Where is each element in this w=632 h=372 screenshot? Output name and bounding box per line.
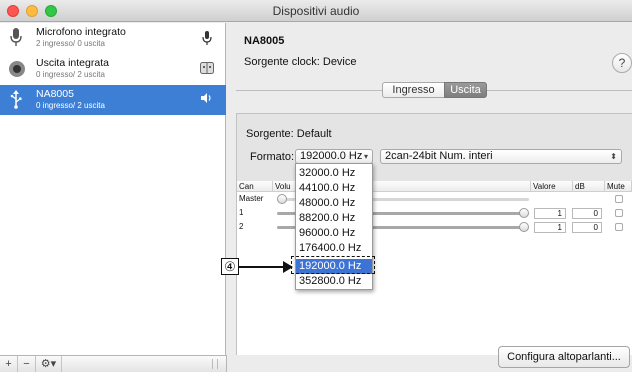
popup-arrow-icon: ▾ bbox=[363, 152, 368, 161]
channel-label: 1 bbox=[239, 208, 244, 217]
clock-source-label: Sorgente clock: Device bbox=[244, 56, 357, 68]
tab-output[interactable]: Uscita bbox=[444, 82, 487, 98]
microphone-icon bbox=[8, 27, 24, 49]
callout-arrow-icon bbox=[283, 261, 293, 273]
channel-1-slider-thumb[interactable] bbox=[519, 208, 529, 218]
device-channels: 0 ingresso/ 2 uscita bbox=[36, 70, 105, 79]
channel-2-mute-checkbox[interactable] bbox=[615, 223, 623, 231]
title-bar: Dispositivi audio bbox=[0, 0, 632, 22]
sidebar-toolbar: + − ⚙▾ bbox=[0, 355, 227, 372]
channel-1-db-field[interactable]: 0 bbox=[572, 208, 602, 219]
remove-device-button[interactable]: − bbox=[18, 356, 36, 372]
device-item-na8005[interactable]: NA8005 0 ingresso/ 2 uscita bbox=[0, 85, 226, 115]
master-slider-thumb[interactable] bbox=[277, 194, 287, 204]
usb-icon bbox=[8, 89, 24, 111]
highlight-frame bbox=[291, 256, 375, 274]
tab-input[interactable]: Ingresso bbox=[382, 82, 445, 98]
window-title: Dispositivi audio bbox=[272, 4, 360, 18]
menu-item-32000[interactable]: 32000.0 Hz bbox=[296, 166, 372, 181]
device-channels: 2 ingresso/ 0 uscita bbox=[36, 39, 105, 48]
format-rate-popup[interactable]: 192000.0 Hz ▾ bbox=[295, 149, 373, 164]
audio-devices-window: Dispositivi audio Microfono integrato 2 … bbox=[0, 0, 632, 372]
menu-item-88200[interactable]: 88200.0 Hz bbox=[296, 211, 372, 226]
source-label: Sorgente: Default bbox=[246, 128, 332, 140]
callout-line bbox=[239, 266, 285, 268]
device-channels: 0 ingresso/ 2 uscita bbox=[36, 101, 105, 110]
mic-badge-icon bbox=[200, 31, 214, 45]
channel-1-value-field[interactable]: 1 bbox=[534, 208, 566, 219]
channel-1-mute-checkbox[interactable] bbox=[615, 209, 623, 217]
channel-label: Master bbox=[239, 194, 264, 203]
column-header-can[interactable]: Can bbox=[237, 181, 273, 192]
device-item-uscita-integrata[interactable]: Uscita integrata 0 ingresso/ 2 uscita bbox=[0, 54, 226, 84]
format-rate-value: 192000.0 Hz bbox=[300, 150, 363, 162]
device-name: Microfono integrato bbox=[36, 26, 126, 38]
format-type-value: 2can-24bit Num. interi bbox=[385, 150, 493, 162]
menu-item-96000[interactable]: 96000.0 Hz bbox=[296, 226, 372, 241]
column-header-mute[interactable]: Mute bbox=[605, 181, 632, 192]
callout-number: ④ bbox=[221, 258, 239, 275]
device-list: Microfono integrato 2 ingresso/ 0 uscita… bbox=[0, 23, 226, 355]
menu-item-44100[interactable]: 44100.0 Hz bbox=[296, 181, 372, 196]
column-header-value[interactable]: Valore bbox=[531, 181, 573, 192]
menu-item-352800[interactable]: 352800.0 Hz bbox=[296, 274, 372, 289]
menu-item-176400[interactable]: 176400.0 Hz bbox=[296, 241, 372, 256]
menu-item-48000[interactable]: 48000.0 Hz bbox=[296, 196, 372, 211]
device-name: NA8005 bbox=[36, 88, 74, 100]
resize-grip[interactable] bbox=[212, 359, 218, 369]
channel-label: 2 bbox=[239, 222, 244, 231]
channel-2-value-field[interactable]: 1 bbox=[534, 222, 566, 233]
gear-menu-button[interactable]: ⚙▾ bbox=[36, 356, 62, 372]
master-mute-checkbox[interactable] bbox=[615, 195, 623, 203]
configure-speakers-button[interactable]: Configura altoparlanti... bbox=[498, 346, 630, 368]
finder-badge-icon bbox=[200, 62, 214, 76]
help-button[interactable]: ? bbox=[612, 53, 632, 73]
channel-2-db-field[interactable]: 0 bbox=[572, 222, 602, 233]
device-name: Uscita integrata bbox=[36, 57, 109, 69]
add-device-button[interactable]: + bbox=[0, 356, 18, 372]
channel-2-slider-thumb[interactable] bbox=[519, 222, 529, 232]
popup-updown-icon: ⬍ bbox=[610, 152, 617, 161]
format-type-popup[interactable]: 2can-24bit Num. interi ⬍ bbox=[380, 149, 622, 164]
device-title: NA8005 bbox=[244, 35, 285, 47]
speaker-icon bbox=[8, 58, 25, 80]
volume-icon bbox=[200, 93, 214, 107]
format-label: Formato: bbox=[250, 151, 295, 163]
column-header-db[interactable]: dB bbox=[573, 181, 605, 192]
device-item-microfono-integrato[interactable]: Microfono integrato 2 ingresso/ 0 uscita bbox=[0, 23, 226, 53]
